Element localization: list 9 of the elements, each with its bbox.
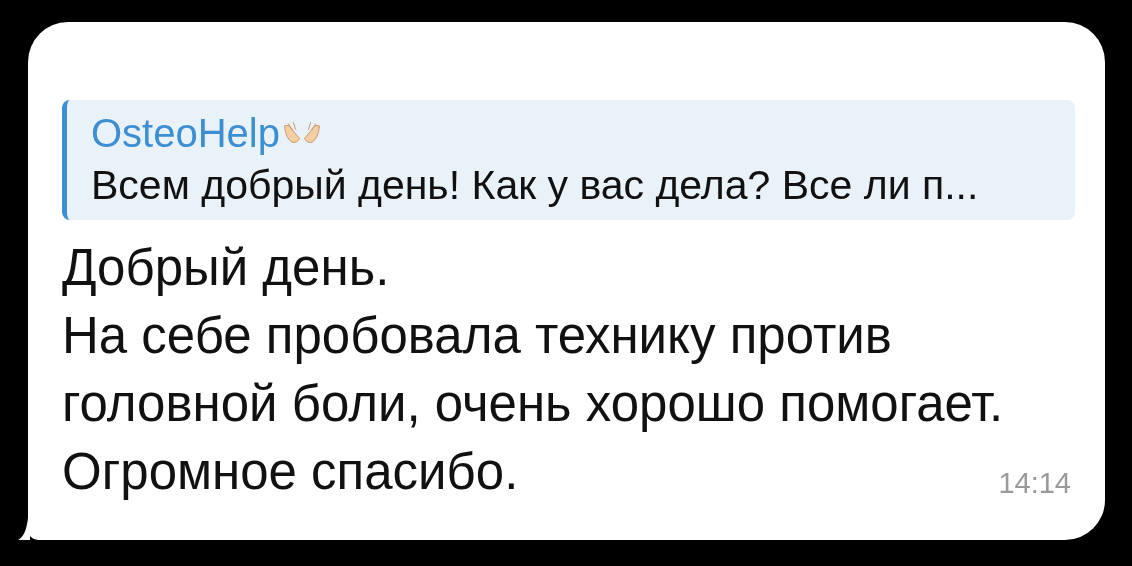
message-text: головной боли, очень хорошо помогает. [62, 374, 1005, 434]
raised-hands-icon [282, 120, 322, 146]
message-text: Огромное спасибо. [62, 442, 519, 502]
reply-author: OsteoHelp [91, 110, 280, 157]
message-text: На себе пробовала технику против [62, 306, 893, 366]
reply-text: Всем добрый день! Как у вас дела? Все ли п... [91, 161, 980, 210]
message-text: Добрый день. [62, 238, 391, 298]
quoted-reply[interactable]: OsteoHelp Всем добрый день! Как у вас дела? Все ли п... [62, 100, 1075, 220]
message-time: 14:14 [998, 467, 1071, 500]
